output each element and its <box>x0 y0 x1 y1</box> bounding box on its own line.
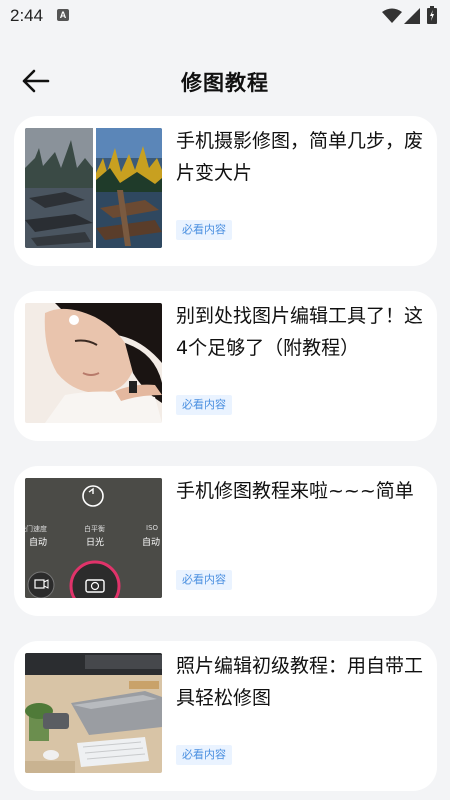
shutter-speed-label: 快门速度 <box>25 525 47 533</box>
must-read-badge: 必看内容 <box>176 570 232 590</box>
article-card[interactable]: 照片编辑初级教程：用自带工具轻松修图 必看内容 <box>14 641 437 791</box>
white-balance-value: 日光 <box>86 538 105 548</box>
battery-icon <box>427 6 437 24</box>
must-read-badge: 必看内容 <box>176 395 232 415</box>
article-title: 手机摄影修图，简单几步，废片变大片 <box>176 130 424 184</box>
article-title: 别到处找图片编辑工具了！这4个足够了（附教程） <box>176 305 424 359</box>
page-title: 修图教程 <box>181 71 269 95</box>
article-card[interactable]: 别到处找图片编辑工具了！这4个足够了（附教程） 必看内容 <box>14 291 437 441</box>
article-card[interactable]: 快门速度 自动 白平衡 日光 ISO 自动 手机修图教程来啦~~~简单 必看内容 <box>14 466 437 616</box>
landscape-before-after-image <box>25 128 162 248</box>
iso-label: ISO <box>146 524 159 532</box>
status-icons <box>382 6 442 24</box>
status-time: 2:44 <box>10 6 44 25</box>
must-read-badge: 必看内容 <box>176 220 232 240</box>
article-title: 手机修图教程来啦~~~简单 <box>176 480 414 502</box>
status-bar: 2:44 A <box>0 0 450 32</box>
girl-with-earbud-image <box>25 303 162 423</box>
wifi-icon <box>382 8 402 23</box>
article-title: 照片编辑初级教程：用自带工具轻松修图 <box>176 655 424 709</box>
notification-icon: A <box>57 9 69 21</box>
camera-app-screenshot-image: 快门速度 自动 白平衡 日光 ISO 自动 <box>25 478 162 598</box>
app-header: 修图教程 <box>0 56 450 106</box>
desk-laptop-image <box>25 653 162 773</box>
must-read-badge: 必看内容 <box>176 745 232 765</box>
signal-icon <box>404 8 420 24</box>
shutter-speed-value: 自动 <box>29 538 48 548</box>
iso-value: 自动 <box>142 538 161 548</box>
white-balance-label: 白平衡 <box>84 525 105 533</box>
article-card[interactable]: 手机摄影修图，简单几步，废片变大片 必看内容 <box>14 116 437 266</box>
